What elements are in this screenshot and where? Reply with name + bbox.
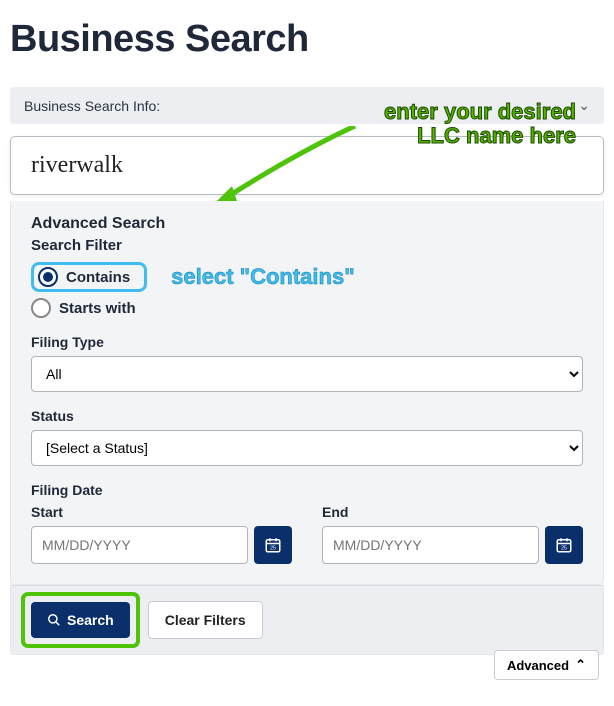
page-title: Business Search — [10, 18, 604, 61]
radio-starts-with[interactable] — [31, 298, 51, 318]
search-button-highlight: Search — [21, 592, 140, 648]
advanced-title: Advanced Search — [31, 215, 583, 233]
svg-text:25: 25 — [270, 546, 276, 552]
search-button-label: Search — [67, 612, 114, 628]
clear-filters-button[interactable]: Clear Filters — [148, 601, 263, 639]
start-label: Start — [31, 504, 292, 520]
start-calendar-button[interactable]: 25 — [254, 526, 292, 564]
end-date-input[interactable] — [322, 526, 539, 564]
filing-type-select[interactable]: All — [31, 356, 583, 392]
search-icon — [47, 613, 61, 627]
advanced-toggle-label: Advanced — [507, 658, 569, 673]
filing-date-label: Filing Date — [31, 482, 583, 498]
svg-text:25: 25 — [561, 546, 567, 552]
chevron-down-icon: ⌄ — [578, 97, 590, 114]
advanced-panel: Advanced Search Search Filter Contains s… — [10, 201, 604, 585]
search-button[interactable]: Search — [31, 602, 130, 638]
advanced-toggle[interactable]: Advanced ⌃ — [494, 650, 599, 680]
end-calendar-button[interactable]: 25 — [545, 526, 583, 564]
annotation-select-contains: select "Contains" — [171, 264, 354, 290]
chevron-up-icon: ⌃ — [575, 657, 586, 673]
annotation-enter-name: enter your desired LLC name here — [384, 100, 576, 148]
filing-type-label: Filing Type — [31, 334, 583, 350]
status-label: Status — [31, 408, 583, 424]
action-bar: Search Clear Filters Advanced ⌃ — [10, 585, 604, 655]
start-date-input[interactable] — [31, 526, 248, 564]
radio-contains-label: Contains — [66, 269, 130, 286]
contains-highlight: Contains — [31, 262, 147, 292]
search-filter-label: Search Filter — [31, 237, 583, 254]
calendar-icon: 25 — [264, 536, 282, 554]
search-input[interactable] — [29, 151, 585, 180]
status-select[interactable]: [Select a Status] — [31, 430, 583, 466]
info-bar-label: Business Search Info: — [24, 98, 160, 114]
end-label: End — [322, 504, 583, 520]
radio-starts-with-label: Starts with — [59, 300, 136, 317]
calendar-icon: 25 — [555, 536, 573, 554]
radio-contains[interactable] — [38, 267, 58, 287]
